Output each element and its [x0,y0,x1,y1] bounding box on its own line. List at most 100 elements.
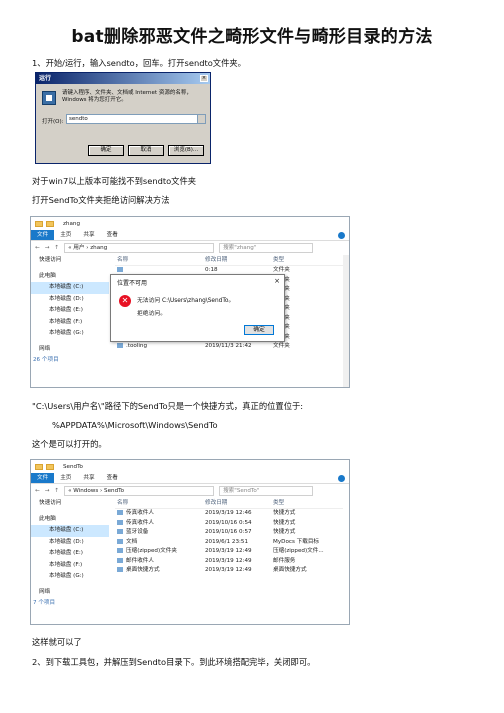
ok-button[interactable]: 确定 [88,145,124,156]
col-date[interactable]: 修改日期 [205,255,273,265]
help-icon[interactable] [338,474,345,482]
cell-name: 文档 [115,538,205,548]
cell-type: 快捷方式 [273,509,333,519]
cell-type: 压缩(zipped)文件... [273,547,333,557]
nav-pane: 快速访问 此电脑 本地磁盘 (C:) 本地磁盘 (D:) 本地磁盘 (E:) 本… [31,498,109,610]
up-icon[interactable]: ↑ [54,488,59,494]
tab-share[interactable]: 共享 [77,230,100,240]
nav-drive-c[interactable]: 本地磁盘 (C:) [31,282,109,294]
help-icon[interactable] [338,231,345,239]
close-icon[interactable]: × [200,75,208,82]
table-row[interactable]: 蓝牙设备 2019/10/16 0:57 快捷方式 [115,528,343,538]
cell-date: 2019/11/3 21:42 [205,342,273,352]
cell-date: 2019/10/16 0:54 [205,519,273,529]
tab-share[interactable]: 共享 [77,473,100,483]
search-input[interactable]: 搜索"SendTo" [219,486,314,496]
openable-note: 这个是可以打开的。 [32,439,107,449]
tab-view[interactable]: 查看 [101,473,124,483]
nav-network[interactable]: 网络 [31,587,109,599]
run-dialog-title: 运行 [36,73,210,84]
up-icon[interactable]: ↑ [54,245,59,251]
table-row[interactable]: 压缩(zipped)文件夹 2019/3/19 12:49 压缩(zipped)文件… [115,547,343,557]
browse-button[interactable]: 浏览(B)... [168,145,204,156]
col-name[interactable]: 名称 [115,255,205,265]
cell-text: 压缩(zipped)文件夹 [126,548,177,554]
nav-drive-d[interactable]: 本地磁盘 (D:) [31,294,109,306]
cell-text: MyDocs 下载目标 [273,538,320,545]
run-open-value: sendto [69,116,88,122]
table-row[interactable]: 邮件收件人 2019/3/19 12:49 邮件服务 [115,557,343,567]
nav-drive-g[interactable]: 本地磁盘 (G:) [31,328,109,340]
cell-text: 邮件服务 [273,557,296,564]
status-bar: 7 个项目 [33,600,56,606]
file-icon [117,538,123,544]
nav-drive-d[interactable]: 本地磁盘 (D:) [31,537,109,549]
col-date[interactable]: 修改日期 [205,498,273,508]
nav-network[interactable]: 网络 [31,344,109,356]
file-icon [117,529,123,534]
cell-text: .tooling [126,343,148,349]
tab-home[interactable]: 主页 [54,230,77,240]
nav-drive-e[interactable]: 本地磁盘 (E:) [31,305,109,317]
back-icon[interactable]: ← [35,245,40,251]
col-type[interactable]: 类型 [273,498,333,508]
forward-icon[interactable]: → [45,245,50,251]
nav-quick-access[interactable]: 快速访问 [31,498,109,510]
cell-name: 压缩(zipped)文件夹 [115,547,205,557]
nav-drive-c[interactable]: 本地磁盘 (C:) [31,525,109,537]
error-dialog: 位置不可用 × ✕ 无法访问 C:\Users\zhang\SendTo。 拒绝… [110,274,285,342]
table-row[interactable]: 文档 2019/6/1 23:51 MyDocs 下载目标 [115,538,343,548]
window-title: zhang [63,220,81,227]
file-icon [117,548,123,553]
back-icon[interactable]: ← [35,488,40,494]
col-name[interactable]: 名称 [115,498,205,508]
address-input[interactable]: « Windows › SendTo [64,486,215,496]
nav-drive-f[interactable]: 本地磁盘 (F:) [31,317,109,329]
search-input[interactable]: 搜索"zhang" [219,243,314,253]
nav-drive-e[interactable]: 本地磁盘 (E:) [31,548,109,560]
scrollbar[interactable] [343,255,349,387]
cell-text: 0:18 [205,267,218,273]
cell-type: 桌面快捷方式 [273,566,333,576]
nav-drive-f[interactable]: 本地磁盘 (F:) [31,560,109,572]
nav-this-pc[interactable]: 此电脑 [31,271,109,283]
file-list: 名称 修改日期 类型 传真收件人 2019/3/19 12:46 快捷方式 传真收件人… [115,498,343,576]
tab-file[interactable]: 文件 [31,230,55,240]
chevron-down-icon[interactable] [197,115,205,123]
error-dialog-title: 位置不可用 [117,280,148,287]
nav-quick-access[interactable]: 快速访问 [31,255,109,267]
cell-text: 压缩(zipped)文件... [273,548,324,554]
file-list-header: 名称 修改日期 类型 [115,255,343,266]
col-type[interactable]: 类型 [273,255,333,265]
ok-button[interactable]: 确定 [244,325,274,335]
cell-text: 文档 [126,538,138,545]
table-row[interactable]: 传真收件人 2019/3/19 12:46 快捷方式 [115,509,343,519]
ribbon-tabs: 文件 主页 共享 查看 [31,473,349,484]
file-list-header: 名称 修改日期 类型 [115,498,343,509]
tab-file[interactable]: 文件 [31,473,55,483]
address-input[interactable]: « 用户 › zhang [64,243,215,253]
cell-type: MyDocs 下载目标 [273,538,333,548]
step2-text: 2、到下载工具包，并解压到Sendto目录下。到此环境搭配完毕，关闭即可。 [32,657,316,667]
cell-text: 2019/6/1 23:51 [205,538,249,545]
cell-text: 桌面快捷方式 [273,567,307,573]
folder-icon [35,463,43,470]
file-icon [117,557,123,563]
nav-drive-g[interactable]: 本地磁盘 (G:) [31,571,109,583]
run-open-input[interactable]: sendto [66,114,206,124]
table-row[interactable]: 桌面快捷方式 2019/3/19 12:49 桌面快捷方式 [115,566,343,576]
cell-text: 2019/3/19 12:49 [205,548,252,554]
cell-text: 2019/11/3 21:42 [205,343,252,349]
cell-type: 文件夹 [273,342,333,352]
nav-this-pc[interactable]: 此电脑 [31,514,109,526]
table-row[interactable]: 传真收件人 2019/10/16 0:54 快捷方式 [115,519,343,529]
shortcut-note: "C:\Users\用户名\"路径下的SendTo只是一个快捷方式，真正的位置位… [32,401,304,411]
forward-icon[interactable]: → [45,488,50,494]
tab-view[interactable]: 查看 [101,230,124,240]
folder-icon [46,220,54,227]
table-row[interactable]: .tooling 2019/11/3 21:42 文件夹 [115,342,343,352]
window-title: SendTo [63,463,83,470]
cancel-button[interactable]: 取消 [128,145,164,156]
close-icon[interactable]: × [274,277,280,285]
tab-home[interactable]: 主页 [54,473,77,483]
